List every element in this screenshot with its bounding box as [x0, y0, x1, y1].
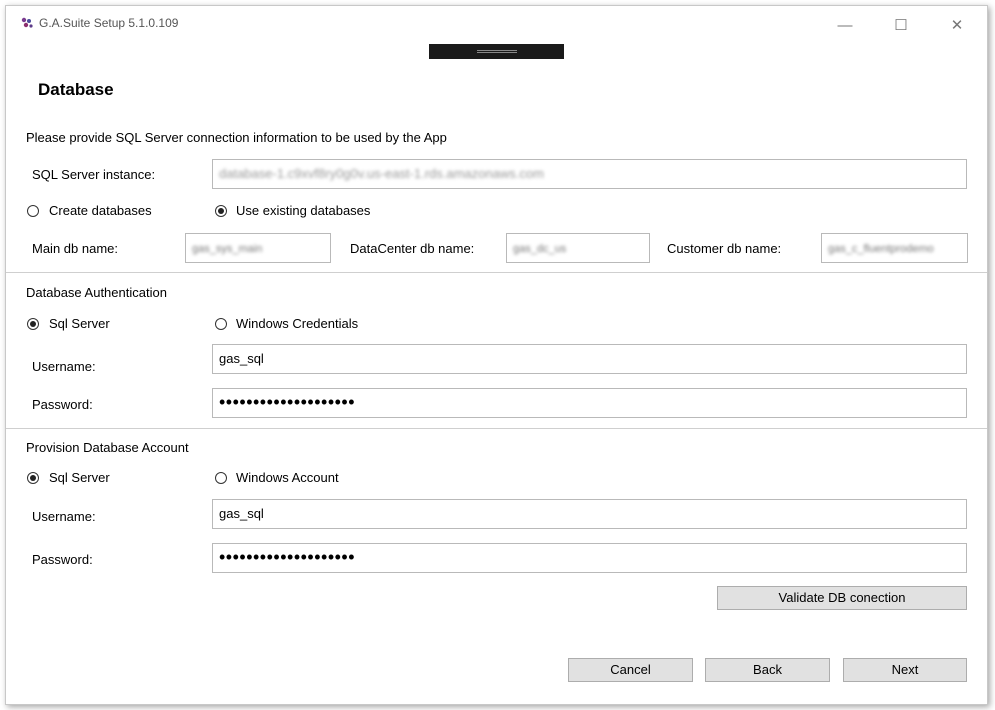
maximize-button[interactable]: ☐ [878, 6, 924, 46]
db-auth-sql-radio[interactable] [27, 318, 39, 330]
main-db-value: gas_sys_main [192, 243, 263, 255]
datacenter-db-input[interactable]: gas_dc_us [506, 233, 650, 263]
sql-instance-label: SQL Server instance: [32, 167, 156, 182]
app-logo-icon [21, 17, 33, 28]
validate-db-connection-button[interactable]: Validate DB conection [717, 586, 967, 610]
provision-section-label: Provision Database Account [26, 440, 189, 455]
customer-db-label: Customer db name: [667, 241, 782, 256]
minimize-button[interactable]: — [822, 6, 868, 46]
datacenter-db-value: gas_dc_us [513, 243, 567, 255]
instruction-text: Please provide SQL Server connection inf… [26, 130, 447, 145]
customer-db-value: gas_c_fluentprodemo [828, 243, 934, 255]
provision-windows-label[interactable]: Windows Account [236, 470, 339, 485]
create-databases-radio[interactable] [27, 205, 39, 217]
cancel-button[interactable]: Cancel [568, 658, 693, 682]
provision-sql-label[interactable]: Sql Server [49, 470, 110, 485]
datacenter-db-label: DataCenter db name: [350, 241, 475, 256]
db-auth-password-label: Password: [32, 397, 93, 412]
create-databases-label[interactable]: Create databases [49, 203, 152, 218]
sql-instance-value: database-1.c9xvf8ry0g0v.us-east-1.rds.am… [219, 166, 544, 181]
next-button[interactable]: Next [843, 658, 967, 682]
main-db-input[interactable]: gas_sys_main [185, 233, 331, 263]
page-title: Database [38, 80, 114, 99]
provision-password-label: Password: [32, 552, 93, 567]
provision-sql-radio[interactable] [27, 472, 39, 484]
provision-windows-radio[interactable] [215, 472, 227, 484]
window-title: G.A.Suite Setup 5.1.0.109 [39, 16, 179, 30]
use-existing-databases-label[interactable]: Use existing databases [236, 203, 370, 218]
use-existing-databases-radio[interactable] [215, 205, 227, 217]
provision-username-input[interactable]: gas_sql [212, 499, 967, 529]
db-auth-username-input[interactable]: gas_sql [212, 344, 967, 374]
close-button[interactable]: ✕ [934, 6, 980, 46]
section-divider [6, 428, 987, 429]
setup-window: G.A.Suite Setup 5.1.0.109 — ☐ ✕ Database… [5, 5, 988, 705]
customer-db-input[interactable]: gas_c_fluentprodemo [821, 233, 968, 263]
provision-password-input[interactable]: •••••••••••••••••••• [212, 543, 967, 573]
db-auth-section-label: Database Authentication [26, 285, 167, 300]
provision-username-label: Username: [32, 509, 96, 524]
db-auth-password-input[interactable]: •••••••••••••••••••• [212, 388, 967, 418]
section-divider [6, 272, 987, 273]
db-auth-sql-label[interactable]: Sql Server [49, 316, 110, 331]
drag-handle[interactable] [429, 44, 564, 59]
db-auth-username-label: Username: [32, 359, 96, 374]
db-auth-windows-radio[interactable] [215, 318, 227, 330]
back-button[interactable]: Back [705, 658, 830, 682]
db-auth-windows-label[interactable]: Windows Credentials [236, 316, 358, 331]
sql-instance-input[interactable]: database-1.c9xvf8ry0g0v.us-east-1.rds.am… [212, 159, 967, 189]
main-db-label: Main db name: [32, 241, 118, 256]
